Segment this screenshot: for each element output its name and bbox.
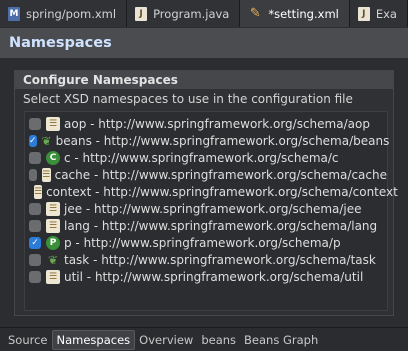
tab-pom-xml[interactable]: M spring/pom.xml bbox=[0, 0, 128, 27]
tab-program-java[interactable]: J Program.java bbox=[127, 0, 241, 27]
namespace-row-lang[interactable]: ☰ lang - http://www.springframework.org/… bbox=[25, 217, 387, 234]
page-title: Namespaces bbox=[9, 35, 112, 51]
checkbox[interactable] bbox=[29, 253, 41, 266]
tab-label: Program.java bbox=[153, 6, 230, 21]
checkbox[interactable] bbox=[29, 117, 41, 130]
tab-label: Exa bbox=[375, 6, 397, 21]
jee-icon: ☰ bbox=[46, 201, 60, 216]
section-description: Select XSD namespaces to use in the conf… bbox=[23, 92, 353, 106]
configure-namespaces-section: Configure Namespaces Select XSD namespac… bbox=[14, 70, 398, 316]
c-namespace-icon: C bbox=[46, 150, 60, 165]
namespace-label: c - http://www.springframework.org/schem… bbox=[64, 150, 339, 165]
namespace-row-p[interactable]: ✓ P p - http://www.springframework.org/s… bbox=[25, 234, 387, 251]
task-icon: ❦ bbox=[47, 252, 59, 267]
checkbox[interactable] bbox=[29, 219, 41, 232]
p-namespace-icon: P bbox=[46, 235, 60, 250]
tab-beans-graph[interactable]: Beans Graph bbox=[240, 330, 322, 350]
context-icon: ☰ bbox=[34, 184, 43, 199]
namespace-label: cache - http://www.springframework.org/s… bbox=[54, 167, 387, 182]
editor-page-tabs: Source Namespaces Overview beans Beans G… bbox=[0, 327, 408, 351]
namespace-label: p - http://www.springframework.org/schem… bbox=[64, 235, 341, 250]
xml-file-icon: ✎ bbox=[249, 6, 261, 21]
namespace-row-jee[interactable]: ☰ jee - http://www.springframework.org/s… bbox=[25, 200, 387, 217]
lang-icon: ☰ bbox=[46, 218, 60, 233]
namespace-label: util - http://www.springframework.org/sc… bbox=[64, 269, 364, 284]
namespace-label: task - http://www.springframework.org/sc… bbox=[64, 252, 376, 267]
checkbox[interactable] bbox=[29, 270, 41, 283]
tab-label: *setting.xml bbox=[268, 6, 339, 21]
checkbox[interactable] bbox=[29, 202, 41, 215]
page-header: Namespaces bbox=[0, 28, 408, 58]
namespace-row-util[interactable]: ☰ util - http://www.springframework.org/… bbox=[25, 268, 387, 285]
checkbox-checked[interactable]: ✓ bbox=[29, 134, 37, 147]
checkbox[interactable] bbox=[29, 168, 37, 181]
namespace-label: jee - http://www.springframework.org/sch… bbox=[64, 201, 362, 216]
namespace-label: context - http://www.springframework.org… bbox=[46, 184, 398, 199]
tab-overview[interactable]: Overview bbox=[135, 330, 197, 350]
cache-icon: ☰ bbox=[41, 167, 51, 182]
java-file-icon: J bbox=[135, 6, 148, 21]
tab-beans[interactable]: beans bbox=[197, 330, 240, 350]
namespace-row-cache[interactable]: ☰ cache - http://www.springframework.org… bbox=[25, 166, 387, 183]
java-file-icon: J bbox=[357, 6, 370, 21]
namespace-label: beans - http://www.springframework.org/s… bbox=[55, 133, 390, 148]
namespace-label: aop - http://www.springframework.org/sch… bbox=[64, 116, 370, 131]
namespace-row-c[interactable]: C c - http://www.springframework.org/sch… bbox=[25, 149, 387, 166]
tab-setting-xml[interactable]: ✎ *setting.xml bbox=[240, 0, 350, 27]
tab-namespaces[interactable]: Namespaces bbox=[51, 329, 136, 350]
tab-exa[interactable]: J Exa bbox=[349, 0, 408, 27]
checkbox[interactable] bbox=[29, 151, 41, 164]
namespace-row-aop[interactable]: ☰ aop - http://www.springframework.org/s… bbox=[25, 115, 387, 132]
editor-tab-bar: M spring/pom.xml J Program.java ✎ *setti… bbox=[0, 0, 408, 27]
namespace-label: lang - http://www.springframework.org/sc… bbox=[64, 218, 378, 233]
maven-icon: M bbox=[8, 6, 20, 21]
aop-icon: ☰ bbox=[46, 116, 60, 131]
tab-label: spring/pom.xml bbox=[26, 6, 117, 21]
beans-icon: ❦ bbox=[41, 133, 52, 148]
util-icon: ☰ bbox=[46, 269, 60, 284]
section-title: Configure Namespaces bbox=[15, 71, 393, 89]
namespace-row-task[interactable]: ❦ task - http://www.springframework.org/… bbox=[25, 251, 387, 268]
namespace-row-beans[interactable]: ✓ ❦ beans - http://www.springframework.o… bbox=[25, 132, 390, 149]
tab-source[interactable]: Source bbox=[4, 330, 52, 350]
namespace-row-context[interactable]: ☰ context - http://www.springframework.o… bbox=[25, 183, 398, 200]
checkbox-checked[interactable]: ✓ bbox=[29, 236, 41, 249]
namespace-list: ☰ aop - http://www.springframework.org/s… bbox=[24, 111, 398, 311]
